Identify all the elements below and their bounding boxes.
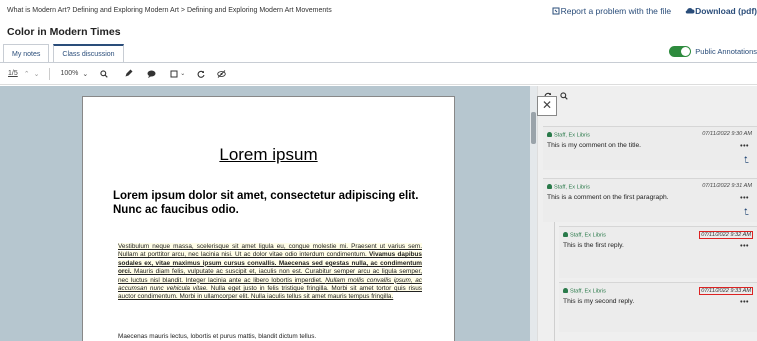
refresh-icon[interactable] — [197, 70, 205, 78]
toolbar-divider — [49, 67, 51, 80]
reply-author[interactable]: Staff, Ex Libris — [563, 288, 606, 295]
comment-timestamp: 07/11/2022 9:31 AM — [702, 183, 752, 189]
hide-annotations-icon[interactable] — [217, 69, 227, 78]
close-sidebar-button[interactable]: ✕ — [537, 96, 557, 116]
top-bar: What is Modern Art? Defining and Explori… — [0, 0, 757, 24]
page-title: Color in Modern Times — [7, 26, 121, 38]
reply-icon[interactable]: ⮤ — [744, 207, 749, 218]
zoom-level[interactable]: 100% — [60, 70, 78, 77]
tab-bar: My notes Class discussion — [3, 44, 124, 64]
user-icon — [547, 132, 552, 137]
reply-timestamp-flagged: 07/11/2022 9:33 AM — [699, 287, 753, 295]
reply-author[interactable]: Staff, Ex Libris — [563, 232, 606, 239]
next-page-icon[interactable]: ⌄ — [34, 70, 40, 78]
author-name: Staff, Ex Libris — [554, 184, 590, 191]
author-name: Staff, Ex Libris — [554, 132, 590, 139]
document-viewer[interactable]: Lorem ipsum Lorem ipsum dolor sit amet, … — [0, 86, 537, 341]
breadcrumb[interactable]: What is Modern Art? Defining and Explori… — [7, 7, 332, 14]
report-problem-label: Report a problem with the file — [560, 6, 672, 16]
comment-card[interactable]: Staff, Ex Libris 07/11/2022 9:31 AM This… — [543, 178, 757, 222]
reply-text: This is my second reply. — [563, 298, 635, 305]
tab-class-discussion[interactable]: Class discussion — [53, 44, 124, 64]
cloud-download-icon — [685, 8, 695, 14]
public-annotations-toggle[interactable]: Public Annotations — [669, 46, 757, 57]
zoom-dropdown-icon[interactable]: ⌄ — [82, 70, 88, 78]
comment-text: This is my comment on the title. — [547, 142, 642, 149]
viewer-toolbar: 1/5 ⌃ ⌄ 100% ⌄ ⌄ — [0, 63, 757, 85]
more-options-icon[interactable]: ••• — [740, 299, 749, 306]
highlighter-icon[interactable] — [124, 69, 133, 78]
reply-card[interactable]: Staff, Ex Libris 07/11/2022 9:33 AM This… — [559, 282, 757, 332]
document-paragraph-2: Maecenas mauris lectus, lobortis et puru… — [118, 333, 317, 340]
search-icon[interactable] — [100, 69, 108, 78]
report-icon — [552, 7, 560, 15]
shape-dropdown-icon[interactable]: ⌄ — [180, 70, 185, 77]
header-actions: Report a problem with the file Download … — [551, 6, 757, 16]
more-options-icon[interactable]: ••• — [740, 195, 749, 202]
close-icon: ✕ — [541, 98, 553, 112]
user-icon — [563, 232, 568, 237]
document-subheading: Lorem ipsum dolor sit amet, consectetur … — [113, 190, 419, 216]
shape-tool-icon[interactable]: ⌄ — [170, 70, 185, 78]
reply-text: This is the first reply. — [563, 242, 624, 249]
comment-author[interactable]: Staff, Ex Libris — [547, 184, 590, 191]
viewer-scrollbar-thumb[interactable] — [531, 112, 536, 144]
user-icon — [563, 288, 568, 293]
reply-timestamp-flagged: 07/11/2022 9:32 AM — [699, 231, 753, 239]
report-problem-link[interactable]: Report a problem with the file — [551, 6, 672, 16]
prev-page-icon[interactable]: ⌃ — [24, 70, 30, 78]
author-name: Staff, Ex Libris — [570, 288, 606, 295]
author-name: Staff, Ex Libris — [570, 232, 606, 239]
reply-card[interactable]: Staff, Ex Libris 07/11/2022 9:32 AM This… — [559, 226, 757, 278]
reply-icon[interactable]: ⮤ — [744, 155, 749, 166]
comment-timestamp: 07/11/2022 9:30 AM — [702, 131, 752, 137]
document-heading: Lorem ipsum — [219, 145, 318, 164]
document-page: Lorem ipsum Lorem ipsum dolor sit amet, … — [82, 96, 455, 341]
search-icon[interactable] — [560, 92, 568, 102]
more-options-icon[interactable]: ••• — [740, 143, 749, 150]
toggle-switch[interactable] — [669, 46, 692, 57]
comment-author[interactable]: Staff, Ex Libris — [547, 132, 590, 139]
user-icon — [547, 184, 552, 189]
comment-text: This is a comment on the first paragraph… — [547, 194, 669, 201]
more-options-icon[interactable]: ••• — [740, 243, 749, 250]
page-indicator[interactable]: 1/5 — [8, 70, 18, 77]
tab-my-notes[interactable]: My notes — [3, 44, 50, 64]
comment-card[interactable]: Staff, Ex Libris 07/11/2022 9:30 AM This… — [543, 126, 757, 170]
download-label: Download (pdf) — [695, 6, 757, 16]
comment-icon[interactable] — [147, 70, 156, 78]
download-link[interactable]: Download (pdf) — [685, 6, 757, 16]
public-annotations-label: Public Annotations — [695, 47, 757, 56]
reply-thread-line — [554, 222, 555, 341]
document-paragraph: Vestibulum neque massa, scelerisque sit … — [118, 243, 422, 302]
